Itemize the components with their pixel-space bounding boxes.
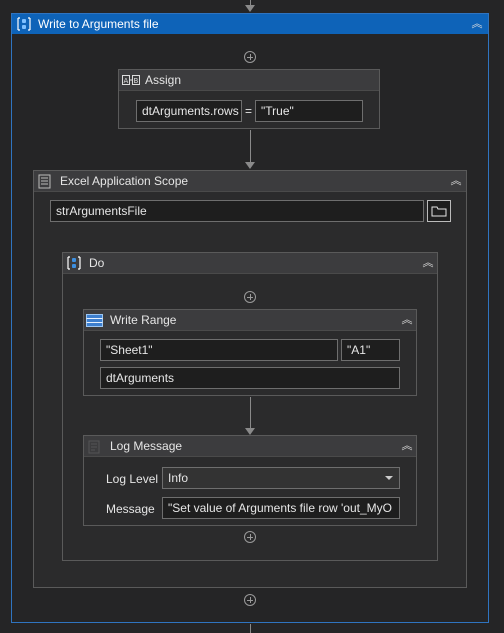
excel-scope-title: Excel Application Scope: [60, 174, 189, 188]
folder-icon: [431, 206, 447, 217]
bottom-connector: [250, 624, 251, 633]
data-table-field[interactable]: dtArguments: [100, 367, 400, 389]
write-range-header[interactable]: Write Range ︽: [84, 310, 416, 331]
add-activity-plus-4[interactable]: [244, 594, 256, 606]
message-label: Message: [106, 502, 155, 516]
log-message-activity[interactable]: Log Message ︽ Log Level Info Message "Se…: [83, 435, 417, 526]
excel-scope-icon: [38, 174, 51, 189]
assign-title: Assign: [145, 73, 182, 87]
sequence-icon: [67, 256, 81, 270]
chevron-down-icon: [385, 476, 393, 480]
assign-value-field[interactable]: "True": [255, 100, 363, 122]
top-connector-arrow: [245, 5, 255, 12]
add-activity-plus-1[interactable]: [244, 51, 256, 63]
svg-text:B: B: [134, 77, 139, 85]
write-range-title: Write Range: [110, 313, 177, 327]
write-range-activity[interactable]: Write Range ︽ "Sheet1" "A1" dtArguments: [83, 309, 417, 396]
double-chevron-up-icon[interactable]: ︽: [421, 257, 435, 269]
assign-icon: A B: [122, 75, 140, 85]
log-icon: [88, 440, 100, 454]
add-activity-plus-2[interactable]: [244, 291, 256, 303]
double-chevron-up-icon[interactable]: ︽: [400, 440, 414, 452]
log-level-value: Info: [168, 471, 189, 485]
log-level-label: Log Level: [106, 472, 159, 486]
log-message-header[interactable]: Log Message ︽: [84, 436, 416, 457]
do-title: Do: [89, 256, 105, 270]
assign-to-field[interactable]: dtArguments.rows: [136, 100, 242, 122]
sequence-icon: [17, 17, 31, 31]
log-level-select[interactable]: Info: [162, 467, 400, 489]
connector-arrow: [245, 162, 255, 169]
assign-header[interactable]: A B Assign: [119, 70, 379, 91]
assign-operator: =: [245, 104, 253, 118]
svg-text:A: A: [124, 77, 129, 85]
start-cell-field[interactable]: "A1": [341, 339, 400, 361]
add-activity-plus-3[interactable]: [244, 531, 256, 543]
sheet-name-field[interactable]: "Sheet1": [100, 339, 338, 361]
excel-scope-header[interactable]: Excel Application Scope ︽: [34, 171, 466, 192]
assign-activity[interactable]: A B Assign dtArguments.rows = "True": [118, 69, 380, 129]
table-icon: [86, 314, 103, 327]
message-field[interactable]: "Set value of Arguments file row 'out_My…: [162, 497, 400, 519]
connector-arrow: [245, 428, 255, 435]
sequence-title: Write to Arguments file: [38, 17, 159, 31]
do-header[interactable]: Do ︽: [63, 253, 437, 274]
double-chevron-up-icon[interactable]: ︽: [400, 314, 414, 326]
connector-line: [250, 130, 251, 164]
browse-folder-button[interactable]: [427, 200, 451, 222]
double-chevron-up-icon[interactable]: ︽: [449, 175, 463, 187]
workbook-path-field[interactable]: strArgumentsFile: [50, 200, 424, 222]
double-chevron-up-icon[interactable]: ︽: [470, 18, 484, 30]
sequence-header[interactable]: Write to Arguments file ︽: [12, 14, 488, 34]
connector-line: [250, 397, 251, 430]
log-message-title: Log Message: [110, 439, 183, 453]
